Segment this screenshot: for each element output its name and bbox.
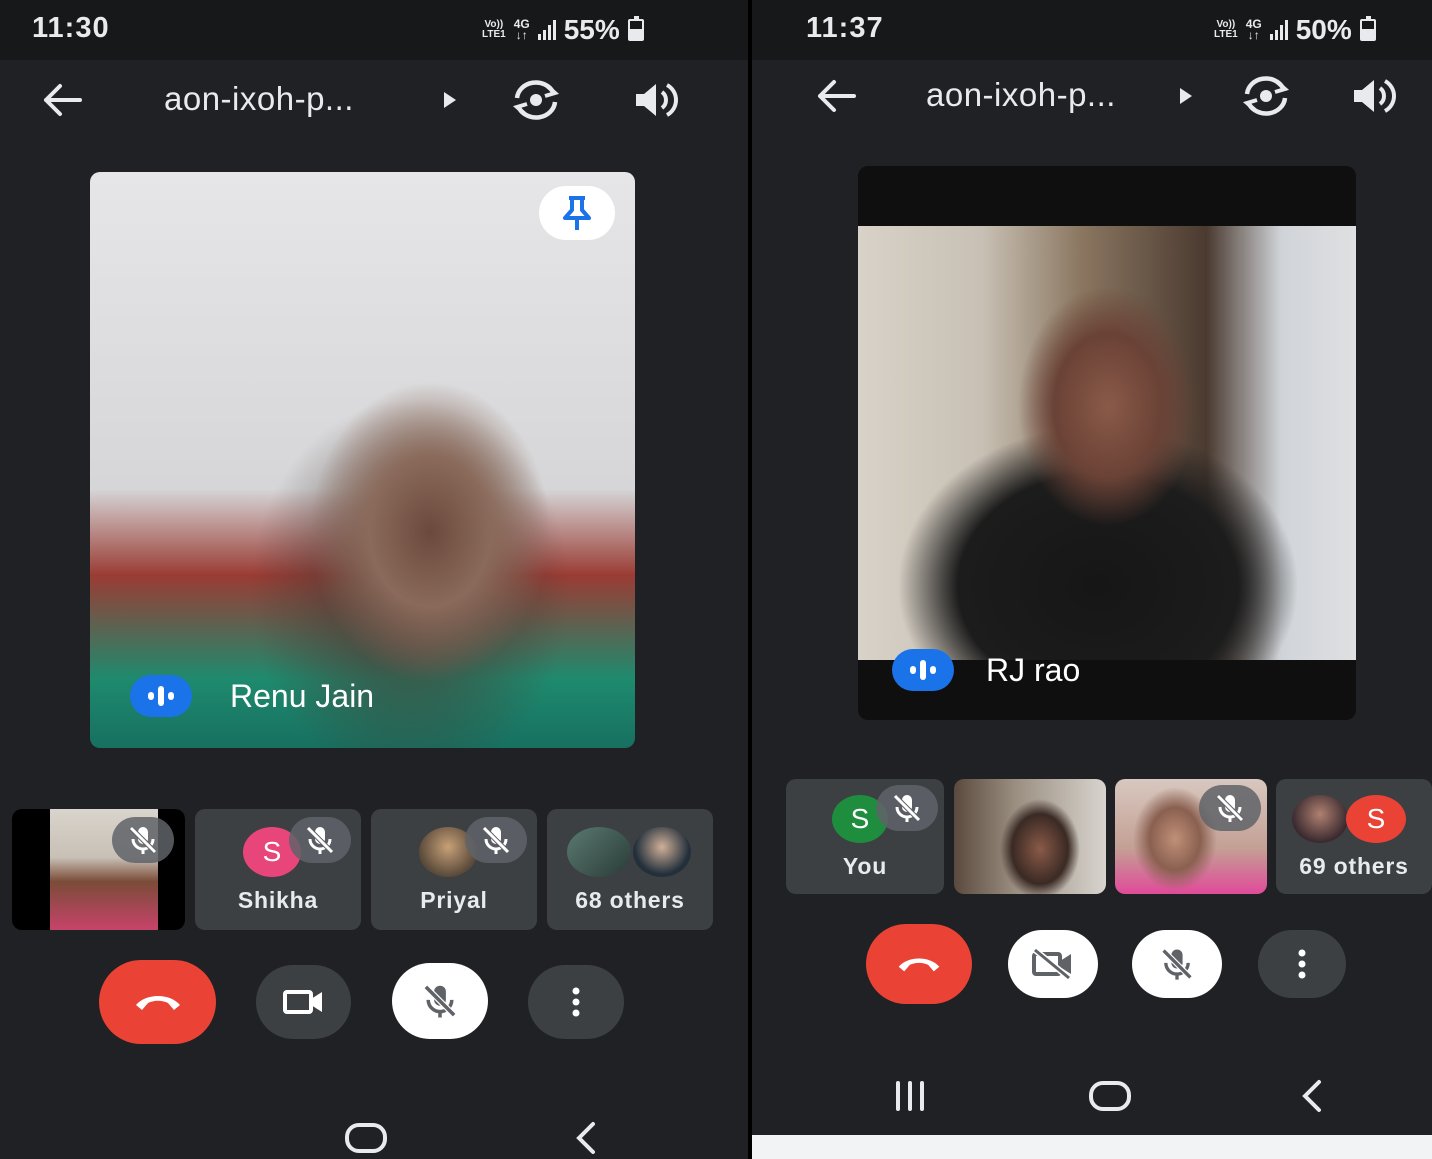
video-feed — [858, 226, 1356, 660]
volte-icon: Vo)) LTE1 — [482, 19, 506, 40]
mic-off-icon — [289, 817, 351, 863]
phone-screen-right: 11:37 Vo)) LTE1 4G ↓↑ 50% aon-ixoh-p... RJ… — [752, 0, 1432, 1159]
participant-thumbnail[interactable] — [954, 779, 1106, 894]
more-vert-icon — [1298, 949, 1306, 979]
others-thumbnail[interactable]: S 69 others — [1276, 779, 1432, 894]
home-icon[interactable] — [340, 1118, 392, 1158]
caret-right-icon[interactable] — [436, 86, 464, 114]
others-thumbnail[interactable]: 68 others — [547, 809, 713, 930]
battery-icon — [1359, 16, 1376, 41]
network-4g-icon: 4G ↓↑ — [1245, 17, 1262, 42]
end-call-icon — [135, 996, 180, 1010]
top-bar: aon-ixoh-p... — [0, 60, 748, 140]
speaker-icon[interactable] — [626, 76, 686, 124]
participant-name: Priyal — [420, 887, 488, 913]
nav-back-icon[interactable] — [566, 1118, 606, 1158]
battery-percent: 55% — [563, 14, 620, 45]
status-icons: Vo)) LTE1 4G ↓↑ 50% — [1214, 14, 1376, 46]
status-bar: 11:37 Vo)) LTE1 4G ↓↑ 50% — [752, 0, 1432, 60]
nav-back-icon[interactable] — [1292, 1076, 1332, 1116]
back-arrow-icon[interactable] — [808, 74, 864, 118]
end-call-icon — [898, 958, 940, 972]
network-4g-icon: 4G ↓↑ — [513, 17, 530, 42]
camera-button[interactable] — [256, 965, 351, 1039]
top-bar: aon-ixoh-p... — [752, 56, 1432, 136]
back-arrow-icon[interactable] — [34, 78, 90, 122]
speaking-indicator-icon — [130, 675, 192, 717]
video-feed — [90, 172, 635, 748]
pin-icon — [563, 196, 591, 230]
avatar: S — [1346, 795, 1406, 843]
mic-off-icon — [1161, 948, 1193, 980]
status-icons: Vo)) LTE1 4G ↓↑ 55% — [482, 14, 644, 46]
mic-off-icon — [112, 817, 174, 863]
system-nav-bar — [0, 1100, 748, 1159]
home-icon[interactable] — [1084, 1076, 1136, 1116]
participant-name: Renu Jain — [230, 678, 375, 714]
participant-thumbnail[interactable] — [1115, 779, 1267, 894]
avatar — [1292, 795, 1348, 843]
main-video-tile[interactable]: RJ rao — [858, 166, 1356, 720]
more-options-button[interactable] — [528, 965, 624, 1039]
switch-camera-icon[interactable] — [506, 76, 566, 124]
system-nav-bar — [752, 1058, 1432, 1128]
participant-name: RJ rao — [986, 652, 1081, 688]
more-options-button[interactable] — [1258, 930, 1346, 998]
signal-icon — [537, 20, 556, 40]
meeting-code[interactable]: aon-ixoh-p... — [926, 76, 1116, 114]
volte-icon: Vo)) LTE1 — [1214, 19, 1238, 40]
switch-camera-icon[interactable] — [1236, 72, 1296, 120]
avatar — [567, 827, 631, 877]
camera-button[interactable] — [1008, 930, 1098, 998]
mic-off-icon — [1199, 785, 1261, 831]
mic-off-icon — [465, 817, 527, 863]
participant-name: You — [842, 853, 888, 879]
signal-icon — [1269, 20, 1288, 40]
battery-percent: 50% — [1295, 14, 1352, 45]
camera-off-icon — [1032, 947, 1071, 981]
avatar — [633, 827, 691, 877]
mic-button[interactable] — [1132, 930, 1222, 998]
others-count: 69 others — [1299, 853, 1409, 879]
caret-right-icon[interactable] — [1172, 82, 1200, 110]
participant-thumbnail[interactable]: S Shikha — [195, 809, 361, 930]
self-thumbnail[interactable]: S You — [786, 779, 944, 894]
participant-thumbnail[interactable]: Priyal — [371, 809, 537, 930]
battery-icon — [627, 16, 644, 41]
bottom-strip — [752, 1135, 1432, 1159]
participant-name: Shikha — [237, 887, 319, 913]
mic-button[interactable] — [392, 963, 488, 1039]
recent-apps-icon[interactable] — [886, 1076, 934, 1116]
others-count: 68 others — [575, 887, 685, 913]
mic-off-icon — [876, 785, 938, 831]
end-call-button[interactable] — [866, 924, 972, 1004]
pin-button[interactable] — [539, 186, 615, 240]
status-time: 11:30 — [32, 12, 110, 44]
mic-off-icon — [423, 984, 457, 1018]
main-video-tile[interactable]: Renu Jain — [90, 172, 635, 748]
speaker-icon[interactable] — [1344, 72, 1404, 120]
participant-thumbnail[interactable] — [12, 809, 185, 930]
meeting-code[interactable]: aon-ixoh-p... — [164, 80, 354, 118]
status-time: 11:37 — [806, 12, 884, 44]
phone-screen-left: 11:30 Vo)) LTE1 4G ↓↑ 55% aon-ixoh-p... Re… — [0, 0, 748, 1159]
speaking-indicator-icon — [892, 649, 954, 691]
end-call-button[interactable] — [99, 960, 216, 1044]
camera-icon — [282, 990, 322, 1014]
status-bar: 11:30 Vo)) LTE1 4G ↓↑ 55% — [0, 0, 748, 60]
more-vert-icon — [572, 987, 580, 1017]
